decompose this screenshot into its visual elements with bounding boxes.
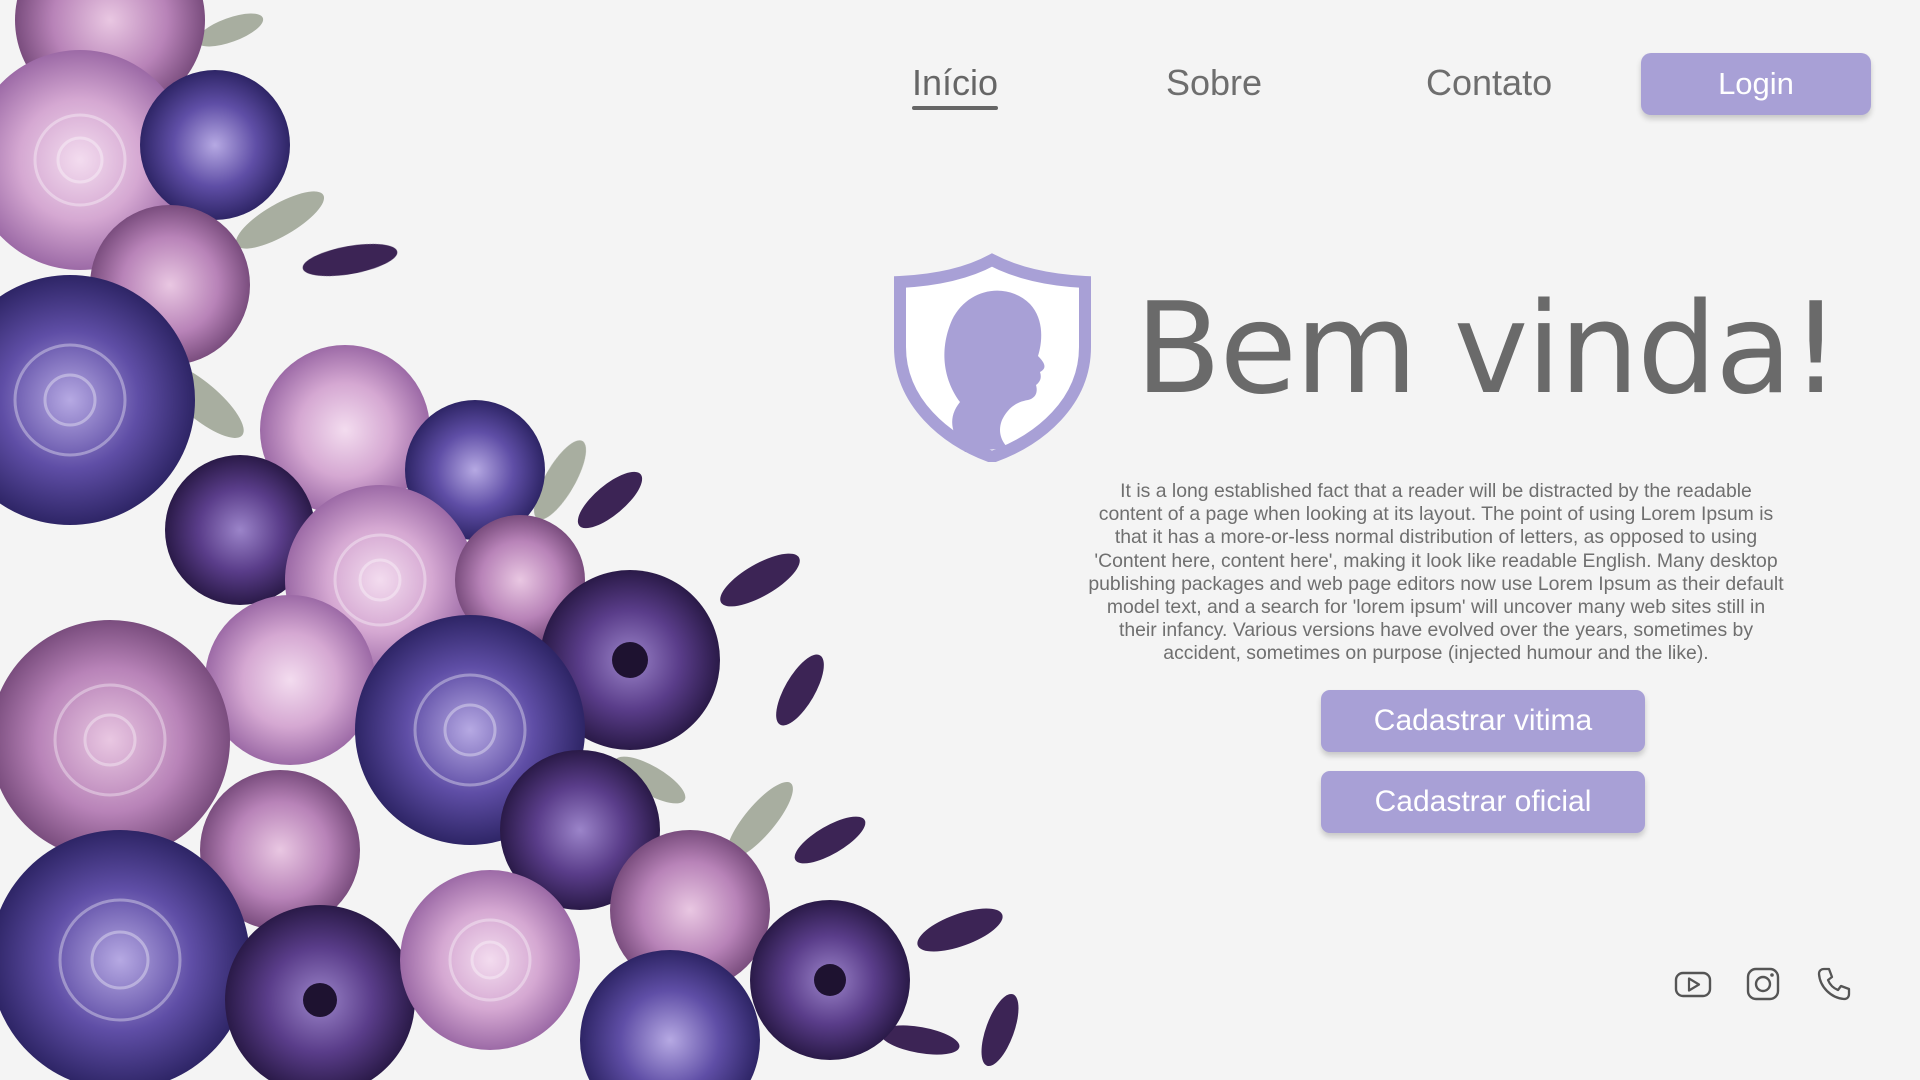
register-officer-button[interactable]: Cadastrar oficial: [1321, 771, 1645, 833]
nav-link-contato[interactable]: Contato: [1426, 62, 1552, 104]
active-link-underline: [912, 106, 999, 110]
top-navigation: Início Sobre Contato Login: [0, 0, 1920, 140]
instagram-icon[interactable]: [1743, 964, 1783, 1004]
login-button[interactable]: Login: [1641, 53, 1871, 115]
youtube-icon[interactable]: [1673, 964, 1713, 1004]
floral-decoration: [0, 0, 1019, 1080]
nav-link-inicio-label: Início: [912, 62, 999, 103]
register-victim-button[interactable]: Cadastrar vitima: [1321, 690, 1645, 752]
nav-link-inicio[interactable]: Início: [912, 62, 999, 110]
nav-link-sobre[interactable]: Sobre: [1166, 62, 1262, 104]
intro-paragraph: It is a long established fact that a rea…: [1088, 480, 1784, 665]
nav-link-contato-label: Contato: [1426, 62, 1553, 103]
nav-link-sobre-label: Sobre: [1166, 62, 1263, 103]
phone-icon[interactable]: [1814, 964, 1854, 1004]
welcome-heading: Bem vinda!: [1135, 275, 1841, 422]
shield-woman-profile-icon: [894, 253, 1091, 462]
